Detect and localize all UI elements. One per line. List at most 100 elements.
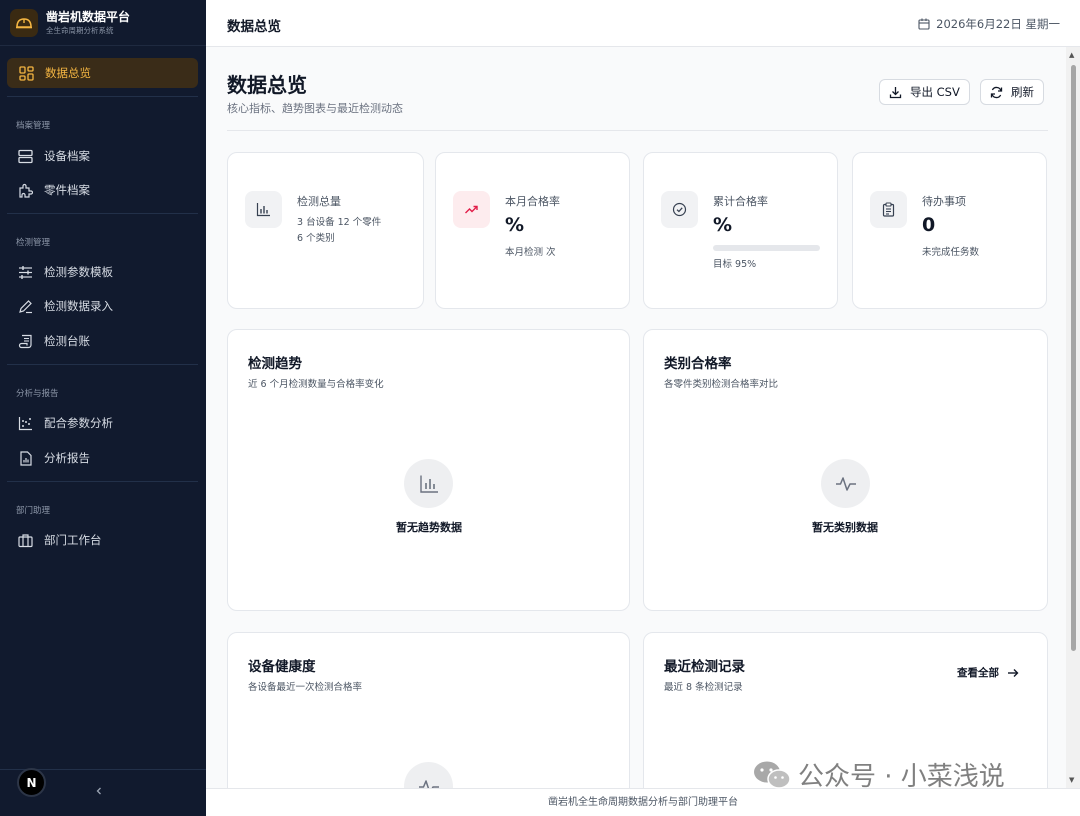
clipboard-icon — [870, 191, 907, 228]
stat-value: % — [713, 214, 733, 236]
stat-label: 累计合格率 — [713, 195, 768, 208]
panel-health: 设备健康度 各设备最近一次检测合格率 — [227, 632, 630, 788]
server-icon — [16, 147, 34, 165]
watermark-text: 公众号 · 小菜浅说 — [798, 762, 1005, 792]
sidebar-item-reports[interactable]: 分析报告 — [16, 447, 90, 469]
panel-title: 检测趋势 — [248, 356, 302, 372]
sidebar-item-label: 检测参数模板 — [44, 265, 113, 279]
page-title: 数据总览 — [227, 73, 307, 97]
group-label-inspection: 检测管理 — [16, 238, 51, 248]
stat-meta: 3 台设备 12 个零件 — [297, 217, 382, 228]
sidebar-item-equipment[interactable]: 设备档案 — [16, 145, 90, 167]
stat-card-total: 检测总量 3 台设备 12 个零件 6 个类别 — [227, 152, 424, 309]
group-label-archives: 档案管理 — [16, 121, 51, 131]
brand-title: 凿岩机数据平台 — [46, 9, 131, 24]
wechat-logo-icon — [752, 759, 792, 791]
export-csv-button[interactable]: 导出 CSV — [879, 79, 970, 105]
page-subtitle: 核心指标、趋势图表与最近检测动态 — [227, 102, 403, 115]
trending-up-icon — [453, 191, 490, 228]
view-all-label: 查看全部 — [957, 667, 999, 679]
stat-meta: 本月检测 次 — [505, 247, 556, 258]
stat-card-cumulative-pass-rate: 累计合格率 % 目标 95% — [643, 152, 838, 309]
check-circle-icon — [661, 191, 698, 228]
pen-icon — [16, 297, 34, 315]
scroll-icon — [16, 332, 34, 350]
sidebar-item-overview[interactable]: 数据总览 — [7, 58, 198, 88]
puzzle-icon — [16, 181, 34, 199]
sidebar-item-label: 部门工作台 — [44, 533, 102, 547]
avatar[interactable]: N — [17, 768, 46, 797]
briefcase-icon — [16, 531, 34, 549]
scroll-thumb[interactable] — [1071, 65, 1076, 651]
sidebar-item-fit-analysis[interactable]: 配合参数分析 — [16, 412, 113, 434]
refresh-icon — [990, 86, 1003, 99]
refresh-button[interactable]: 刷新 — [980, 79, 1044, 105]
view-all-link[interactable]: 查看全部 — [957, 665, 1019, 680]
date-text: 2026年6月22日 星期一 — [936, 17, 1060, 31]
stat-meta: 目标 95% — [713, 259, 757, 270]
topbar: 数据总览 2026年6月22日 星期一 — [206, 0, 1080, 47]
scroll-up-icon[interactable]: ▲ — [1069, 51, 1074, 59]
sidebar-item-ledger[interactable]: 检测台账 — [16, 330, 90, 352]
panel-title: 设备健康度 — [248, 659, 316, 675]
panel-title: 类别合格率 — [664, 356, 732, 372]
sidebar-item-label: 配合参数分析 — [44, 416, 113, 430]
sidebar-item-label: 检测台账 — [44, 334, 90, 348]
divider — [7, 213, 198, 214]
panel-subtitle: 各零件类别检测合格率对比 — [664, 379, 779, 390]
sidebar: 凿岩机数据平台 全生命周期分析系统 数据总览 档案管理 设备档案 零件档案 检测… — [0, 0, 206, 816]
sidebar-item-param-templates[interactable]: 检测参数模板 — [16, 261, 113, 283]
progress-bar — [713, 245, 820, 251]
sidebar-item-label: 零件档案 — [44, 183, 90, 197]
activity-icon — [821, 459, 870, 508]
activity-icon — [404, 762, 453, 788]
refresh-label: 刷新 — [1011, 85, 1034, 99]
chevron-left-icon[interactable] — [94, 785, 104, 799]
dashboard-grid-icon — [17, 64, 35, 82]
helmet-logo-icon — [10, 8, 38, 37]
divider — [7, 364, 198, 365]
stat-meta: 未完成任务数 — [922, 247, 980, 258]
date-display: 2026年6月22日 星期一 — [918, 16, 1060, 32]
scatter-chart-icon — [16, 414, 34, 432]
export-label: 导出 CSV — [910, 85, 960, 99]
panel-title: 最近检测记录 — [664, 659, 745, 675]
empty-state-text: 暂无类别数据 — [812, 521, 878, 534]
panel-subtitle: 各设备最近一次检测合格率 — [248, 682, 363, 693]
sidebar-item-label: 检测数据录入 — [44, 299, 113, 313]
panel-category: 类别合格率 各零件类别检测合格率对比 暂无类别数据 — [643, 329, 1048, 611]
brand-subtitle: 全生命周期分析系统 — [46, 25, 114, 35]
scroll-down-icon[interactable]: ▼ — [1069, 776, 1074, 784]
divider — [7, 96, 198, 97]
empty-state-text: 暂无趋势数据 — [396, 521, 462, 534]
watermark: 公众号 · 小菜浅说 — [752, 756, 1005, 793]
sidebar-item-data-entry[interactable]: 检测数据录入 — [16, 295, 113, 317]
stat-card-monthly-pass-rate: 本月合格率 % 本月检测 次 — [435, 152, 630, 309]
group-label-assistant: 部门助理 — [16, 506, 51, 516]
bar-chart-icon — [404, 459, 453, 508]
divider — [227, 130, 1048, 131]
calendar-icon — [918, 18, 930, 30]
stat-meta: 6 个类别 — [297, 233, 335, 244]
sidebar-item-label: 分析报告 — [44, 451, 90, 465]
panel-trend: 检测趋势 近 6 个月检测数量与合格率变化 暂无趋势数据 — [227, 329, 630, 611]
topbar-title: 数据总览 — [227, 19, 281, 35]
sidebar-item-parts[interactable]: 零件档案 — [16, 179, 90, 201]
sidebar-item-label: 设备档案 — [44, 149, 90, 163]
sidebar-item-workbench[interactable]: 部门工作台 — [16, 529, 102, 551]
scrollbar[interactable]: ▲ ▼ — [1066, 47, 1080, 788]
stat-value: % — [505, 214, 525, 236]
sidebar-item-label: 数据总览 — [45, 66, 91, 80]
panel-subtitle: 近 6 个月检测数量与合格率变化 — [248, 379, 384, 390]
bar-chart-icon — [245, 191, 282, 228]
divider — [7, 481, 198, 482]
brand: 凿岩机数据平台 全生命周期分析系统 — [0, 0, 206, 46]
stat-label: 检测总量 — [297, 195, 341, 208]
stat-value: 0 — [922, 214, 936, 236]
sliders-icon — [16, 263, 34, 281]
stat-label: 本月合格率 — [505, 195, 560, 208]
group-label-analysis: 分析与报告 — [16, 389, 59, 399]
download-icon — [889, 86, 902, 99]
stat-label: 待办事项 — [922, 195, 966, 208]
file-chart-icon — [16, 449, 34, 467]
